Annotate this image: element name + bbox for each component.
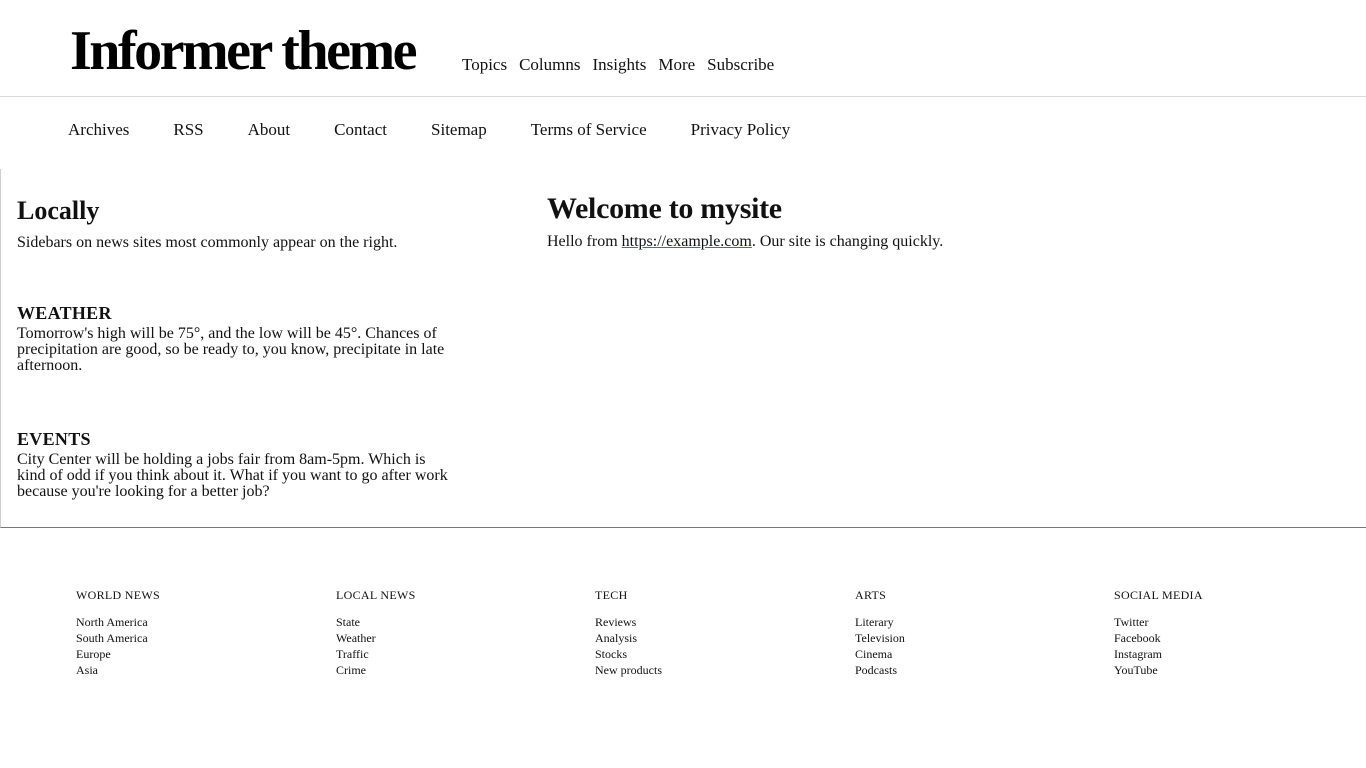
footer-col-world-news: WORLD NEWS North America South America E… <box>76 588 316 678</box>
footer-link[interactable]: North America <box>76 615 148 629</box>
weather-heading: WEATHER <box>17 303 112 323</box>
nav-more[interactable]: More <box>658 54 695 76</box>
footer-link[interactable]: Stocks <box>595 647 627 661</box>
footer-list: State Weather Traffic Crime <box>336 614 576 678</box>
footer-link[interactable]: Crime <box>336 663 366 677</box>
footer-link[interactable]: Traffic <box>336 647 369 661</box>
sub-nav-privacy[interactable]: Privacy Policy <box>691 119 791 141</box>
footer-link[interactable]: Cinema <box>855 647 892 661</box>
footer-link[interactable]: State <box>336 615 360 629</box>
sub-nav-terms[interactable]: Terms of Service <box>531 119 647 141</box>
site-footer: WORLD NEWS North America South America E… <box>0 528 1366 768</box>
footer-list: Reviews Analysis Stocks New products <box>595 614 835 678</box>
footer-link[interactable]: Weather <box>336 631 376 645</box>
footer-link[interactable]: New products <box>595 663 662 677</box>
sub-nav-sitemap[interactable]: Sitemap <box>431 119 487 141</box>
welcome-paragraph: Hello from https://example.com. Our site… <box>547 232 1307 252</box>
weather-text: Tomorrow's high will be 75°, and the low… <box>17 325 445 374</box>
weather-section: WEATHER Tomorrow's high will be 75°, and… <box>17 302 457 374</box>
events-section: EVENTS City Center will be holding a job… <box>17 428 457 500</box>
footer-link[interactable]: Twitter <box>1114 615 1148 629</box>
welcome-text-before: Hello from <box>547 233 622 250</box>
footer-heading: TECH <box>595 588 628 602</box>
footer-link[interactable]: Instagram <box>1114 647 1162 661</box>
events-text: City Center will be holding a jobs fair … <box>17 451 448 500</box>
footer-link[interactable]: South America <box>76 631 148 645</box>
footer-list: Literary Television Cinema Podcasts <box>855 614 1095 678</box>
footer-link[interactable]: Television <box>855 631 905 645</box>
sub-nav-rss[interactable]: RSS <box>173 119 203 141</box>
nav-insights[interactable]: Insights <box>593 54 647 76</box>
welcome-text-after: . Our site is changing quickly. <box>751 233 944 250</box>
footer-link[interactable]: Literary <box>855 615 894 629</box>
sidebar: Locally Sidebars on news sites most comm… <box>17 195 457 500</box>
sidebar-intro: Sidebars on news sites most commonly app… <box>17 234 398 251</box>
footer-link[interactable]: YouTube <box>1114 663 1158 677</box>
footer-col-arts: ARTS Literary Television Cinema Podcasts <box>855 588 1095 678</box>
nav-topics[interactable]: Topics <box>462 54 507 76</box>
sidebar-heading: Locally <box>17 196 100 225</box>
footer-list: North America South America Europe Asia <box>76 614 316 678</box>
footer-heading: SOCIAL MEDIA <box>1114 588 1203 602</box>
footer-link[interactable]: Facebook <box>1114 631 1161 645</box>
main-area: Locally Sidebars on news sites most comm… <box>0 169 1366 528</box>
sub-nav-contact[interactable]: Contact <box>334 119 387 141</box>
nav-columns[interactable]: Columns <box>519 54 580 76</box>
page-title: Welcome to mysite <box>547 192 782 225</box>
footer-heading: ARTS <box>855 588 887 602</box>
footer-heading: WORLD NEWS <box>76 588 160 602</box>
site-title[interactable]: Informer theme <box>70 18 417 84</box>
footer-heading: LOCAL NEWS <box>336 588 416 602</box>
footer-link[interactable]: Europe <box>76 647 111 661</box>
footer-link[interactable]: Asia <box>76 663 98 677</box>
events-heading: EVENTS <box>17 429 91 449</box>
footer-col-local-news: LOCAL NEWS State Weather Traffic Crime <box>336 588 576 678</box>
sub-nav-about[interactable]: About <box>248 119 291 141</box>
footer-link[interactable]: Analysis <box>595 631 637 645</box>
example-link[interactable]: https://example.com <box>622 233 752 250</box>
footer-col-social-media: SOCIAL MEDIA Twitter Facebook Instagram … <box>1114 588 1354 678</box>
footer-col-tech: TECH Reviews Analysis Stocks New product… <box>595 588 835 678</box>
top-nav: Topics Columns Insights More Subscribe <box>462 54 774 76</box>
site-header: Informer theme Topics Columns Insights M… <box>0 0 1366 97</box>
footer-link[interactable]: Podcasts <box>855 663 897 677</box>
footer-list: Twitter Facebook Instagram YouTube <box>1114 614 1354 678</box>
footer-link[interactable]: Reviews <box>595 615 636 629</box>
sub-nav-archives[interactable]: Archives <box>68 119 129 141</box>
nav-subscribe[interactable]: Subscribe <box>707 54 774 76</box>
secondary-nav: Archives RSS About Contact Sitemap Terms… <box>68 119 790 141</box>
main-content: Welcome to mysite Hello from https://exa… <box>547 191 1307 252</box>
